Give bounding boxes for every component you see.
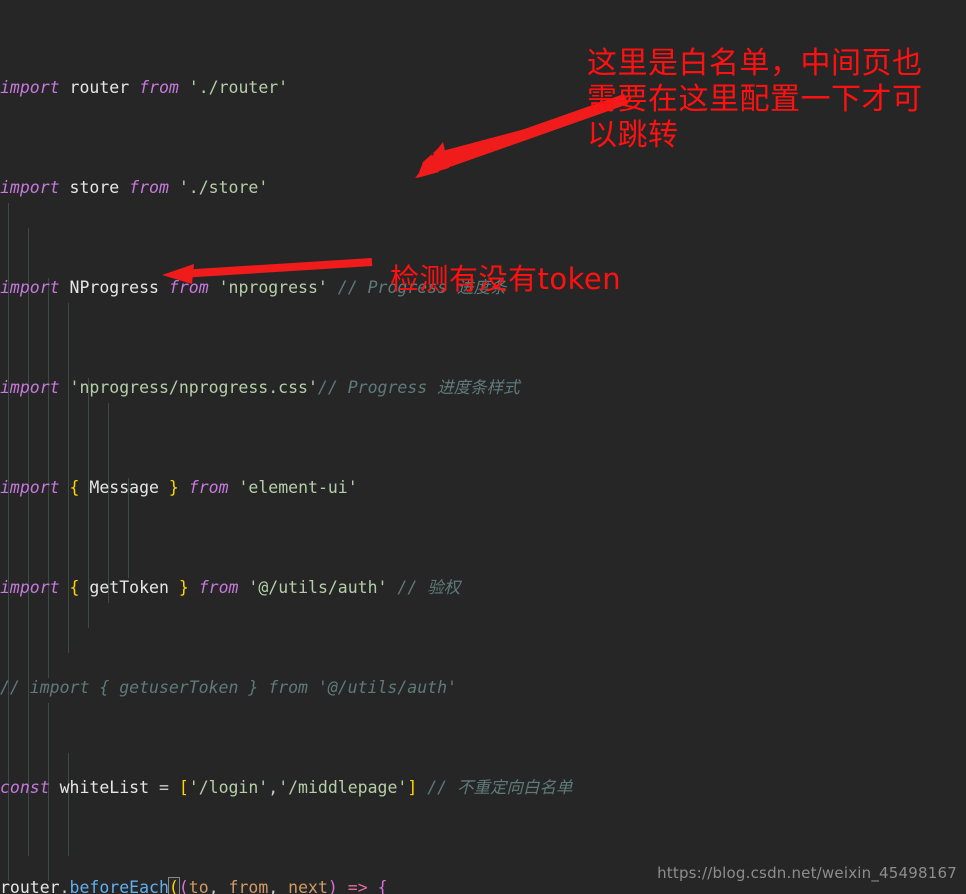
annotation-whitelist-note: 这里是白名单，中间页也 需要在这里配置一下才可 以跳转 (587, 46, 923, 153)
code-line: import store from './store' (0, 178, 269, 197)
code-line: import { getToken } from '@/utils/auth' … (0, 578, 461, 597)
code-line: const whiteList = ['/login','/middlepage… (0, 778, 573, 797)
watermark-url: https://blog.csdn.net/weixin_45498167 (657, 864, 957, 882)
code-line: import 'nprogress/nprogress.css'// Progr… (0, 378, 520, 397)
annotation-token-note: 检测有没有token (390, 262, 622, 296)
code-screenshot: import router from './router' import sto… (0, 0, 966, 894)
code-line: import { Message } from 'element-ui' (0, 478, 358, 497)
code-line: // import { getuserToken } from '@/utils… (0, 678, 457, 697)
